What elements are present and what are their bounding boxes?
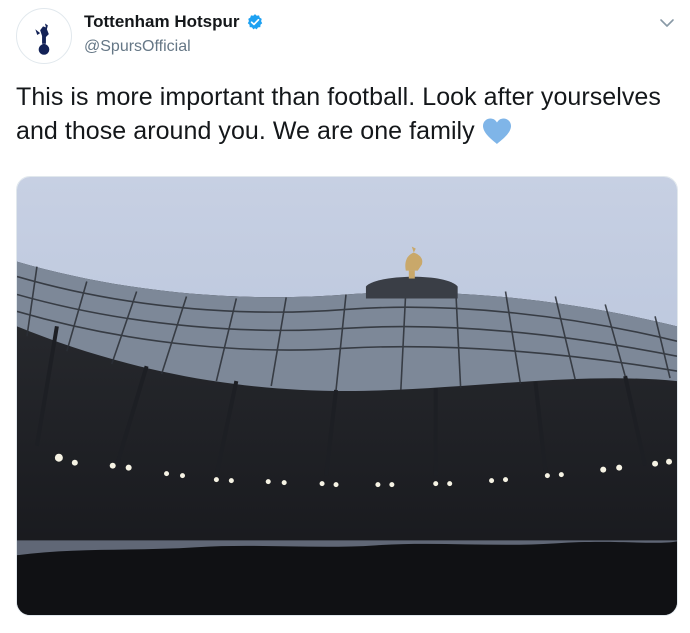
user-handle[interactable]: @SpursOfficial xyxy=(84,38,191,56)
author-name-row: Tottenham Hotspur xyxy=(84,12,264,32)
display-name[interactable]: Tottenham Hotspur xyxy=(84,12,240,32)
stadium-roof-photo xyxy=(17,177,677,615)
cockerel-logo-icon xyxy=(35,23,50,55)
tweet-body: This is more important than football. Lo… xyxy=(16,83,661,145)
tweet-media-photo[interactable] xyxy=(16,176,678,616)
chevron-down-icon[interactable] xyxy=(658,14,676,32)
verified-badge-icon xyxy=(247,14,262,30)
tweet-text: This is more important than football. Lo… xyxy=(16,80,686,148)
blue-heart-icon xyxy=(482,118,511,144)
avatar[interactable] xyxy=(16,8,72,64)
